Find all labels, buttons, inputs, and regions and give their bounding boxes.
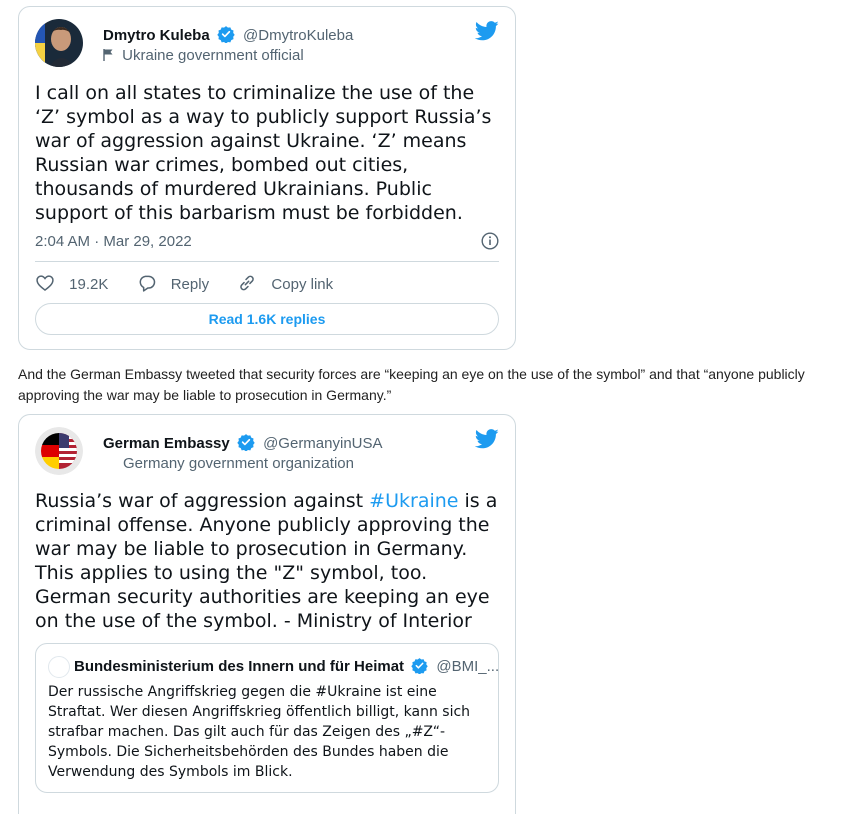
account-label: Ukraine government official [122, 47, 304, 64]
hashtag-link[interactable]: #Ukraine [369, 490, 458, 512]
flag-icon [103, 47, 122, 64]
divider [35, 261, 499, 262]
tweet-embed-kuleba[interactable]: Dmytro Kuleba @DmytroKuleba Ukraine gove… [18, 6, 516, 350]
like-count: 19.2K [69, 276, 109, 293]
tweet-text-part: Russia’s war of aggression against [35, 490, 370, 512]
tweet-header: Dmytro Kuleba @DmytroKuleba Ukraine gove… [35, 19, 499, 69]
avatar[interactable] [35, 19, 83, 67]
verified-badge-icon [411, 657, 428, 678]
copy-link-icon [237, 275, 271, 293]
heart-icon [35, 275, 69, 293]
quoted-tweet-text: Der russische Angriffskrieg gegen die #U… [48, 684, 471, 780]
verified-badge-icon [237, 433, 255, 455]
twitter-bird-icon[interactable] [474, 429, 499, 454]
quoted-tweet[interactable]: Bundesministerium des Innern und für Hei… [35, 643, 499, 793]
tweet-header: German Embassy @GermanyinUSA Germany gov… [35, 427, 499, 477]
author-handle[interactable]: @GermanyinUSA [263, 435, 382, 452]
read-replies-button[interactable]: Read 1.6K replies [35, 303, 499, 335]
article-paragraph: And the German Embassy tweeted that secu… [18, 366, 805, 403]
like-button[interactable]: 19.2K [35, 273, 108, 293]
reply-label: Reply [170, 276, 210, 293]
tweet-embed-german-embassy[interactable]: German Embassy @GermanyinUSA Germany gov… [18, 414, 516, 814]
reply-button[interactable]: Reply [137, 273, 210, 293]
quoted-author-handle: @BMI_... [436, 658, 500, 675]
twitter-bird-icon[interactable] [474, 21, 499, 46]
copy-link-label: Copy link [271, 276, 334, 293]
tweet-text: Russia’s war of aggression against #Ukra… [35, 489, 503, 633]
tweet-text: I call on all states to criminalize the … [35, 82, 492, 224]
reply-icon [137, 275, 171, 293]
author-name[interactable]: Dmytro Kuleba [103, 27, 210, 44]
quoted-author-name: Bundesministerium des Innern und für Hei… [74, 658, 405, 675]
author-name[interactable]: German Embassy [103, 435, 230, 452]
verified-badge-icon [217, 25, 235, 47]
account-label: Germany government organization [123, 455, 354, 472]
author-handle[interactable]: @DmytroKuleba [243, 27, 353, 44]
avatar[interactable] [35, 427, 83, 475]
tweet-actions: 19.2K Reply Copy link [35, 273, 357, 293]
tweet-timestamp[interactable]: 2:04 AM · Mar 29, 2022 [35, 233, 192, 250]
copy-link-button[interactable]: Copy link [237, 273, 333, 293]
info-icon[interactable] [481, 232, 499, 255]
avatar [48, 656, 70, 678]
